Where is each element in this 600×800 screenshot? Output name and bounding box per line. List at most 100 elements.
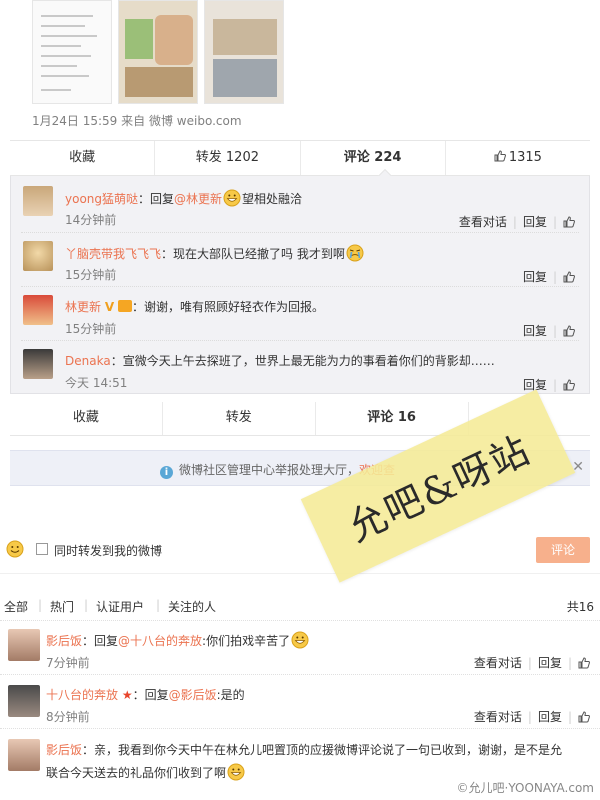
comment-username[interactable]: 十八台的奔放: [46, 688, 118, 702]
comments-panel: yoong猛萌哒：回复@林更新 望相处融洽 14分钟前 查看对话 | 回复 | 丫脑壳…: [10, 176, 590, 394]
grin-emoji-icon: [227, 763, 245, 781]
comment-item: 丫脑壳带我飞飞飞：现在大部队已经撤了吗 我才到啊 15分钟前 回复 |: [21, 232, 579, 284]
repost-button[interactable]: 转发: [163, 402, 316, 435]
reply-link[interactable]: 回复: [523, 322, 547, 339]
comment-time: 15分钟前: [65, 322, 117, 336]
filter-following[interactable]: 关注的人: [168, 598, 216, 615]
reply-link[interactable]: 回复: [538, 654, 562, 671]
like-icon[interactable]: [578, 710, 590, 723]
avatar[interactable]: [8, 629, 40, 661]
comment-compose: 同时转发到我的微博 评论: [0, 528, 600, 574]
favorite-button[interactable]: 收藏: [10, 402, 163, 435]
view-conversation-link[interactable]: 查看对话: [474, 708, 522, 725]
filter-hot[interactable]: 热门: [50, 598, 74, 615]
comment-button[interactable]: 评论 224: [301, 141, 446, 175]
like-icon[interactable]: [563, 215, 575, 228]
comment-time: 14分钟前: [65, 213, 117, 227]
weibo-screenshot: 1月24日 15:59 来自 微博 weibo.com 收藏 转发 1202 评…: [0, 0, 600, 800]
comment-username[interactable]: yoong猛萌哒: [65, 192, 138, 206]
comment-total: 共16: [566, 600, 594, 614]
comment-filters: 全部 | 热门 | 认证用户 | 关注的人 共16: [4, 598, 594, 615]
comment-body: ：谢谢，唯有照顾好轻衣作为回报。: [131, 300, 324, 314]
comment-body-end: :是的: [216, 688, 245, 702]
footer-watermark: ©允儿吧·YOONAYA.com: [456, 781, 594, 795]
view-conversation-link[interactable]: 查看对话: [459, 213, 507, 230]
comment-actions: 回复 |: [523, 376, 575, 393]
emoji-picker-icon[interactable]: [6, 540, 24, 558]
comment-username[interactable]: 影后饭: [46, 743, 82, 757]
post-image-2[interactable]: [118, 0, 198, 104]
star-badge-icon: ★: [121, 688, 133, 702]
like-button[interactable]: 1315: [446, 141, 590, 175]
post-card: 1月24日 15:59 来自 微博 weibo.com: [10, 0, 590, 140]
comment-text: 影后饭：回复@十八台的奔放:你们拍戏辛苦了: [46, 631, 310, 649]
post-image-3[interactable]: [204, 0, 284, 104]
avatar[interactable]: [23, 349, 53, 379]
comment-item: yoong猛萌哒：回复@林更新 望相处融洽 14分钟前 查看对话 | 回复 |: [21, 180, 579, 230]
comment-text: 影后饭：亲，我看到你今天中午在林允儿吧置顶的应援微博评论说了一句已收到，谢谢，是…: [46, 741, 596, 758]
comment-text: yoong猛萌哒：回复@林更新 望相处融洽: [65, 189, 302, 207]
like-icon[interactable]: [578, 656, 590, 669]
reply-link[interactable]: 回复: [538, 708, 562, 725]
comment-text: 丫脑壳带我飞飞飞：现在大部队已经撤了吗 我才到啊: [65, 244, 365, 262]
comment-body: ：宣微今天上午去探班了，世界上最无能为力的事看着你们的背影却……: [110, 354, 495, 368]
post-image-1[interactable]: [32, 0, 112, 104]
comment-body: ：亲，我看到你今天中午在林允儿吧置顶的应援微博评论说了一句已收到，谢谢，是不是允: [82, 743, 563, 757]
info-icon: i: [160, 466, 173, 479]
comment-body-end: :你们拍戏辛苦了: [202, 634, 291, 648]
comment-item: Denaka：宣微今天上午去探班了，世界上最无能为力的事看着你们的背影却…… 今…: [21, 340, 579, 392]
comment-body: ：回复: [138, 192, 175, 206]
comment-text: Denaka：宣微今天上午去探班了，世界上最无能为力的事看着你们的背影却……: [65, 352, 545, 369]
comment-button[interactable]: 评论 16: [316, 402, 469, 435]
comment-actions: 回复 |: [523, 322, 575, 339]
comment-mention[interactable]: @林更新: [174, 192, 222, 206]
comment-text: 林更新 V ：谢谢，唯有照顾好轻衣作为回报。: [65, 298, 324, 315]
filter-verified[interactable]: 认证用户: [96, 598, 144, 615]
post-meta: 1月24日 15:59 来自 微博 weibo.com: [32, 112, 242, 129]
post-action-bar: 收藏 转发 1202 评论 224 1315: [10, 140, 590, 176]
comment-item: 影后饭：回复@十八台的奔放:你们拍戏辛苦了 7分钟前 查看对话 | 回复 |: [0, 620, 600, 672]
like-icon[interactable]: [563, 378, 575, 391]
comment-username[interactable]: 影后饭: [46, 634, 82, 648]
comment-time: 7分钟前: [46, 656, 90, 670]
comment-username[interactable]: 丫脑壳带我飞飞飞: [65, 247, 161, 261]
post-date: 1月24日 15:59: [32, 114, 118, 128]
avatar[interactable]: [23, 186, 53, 216]
like-icon[interactable]: [563, 324, 575, 337]
post-source-link[interactable]: 微博 weibo.com: [149, 114, 242, 128]
comment-text: 十八台的奔放 ★：回复@影后饭:是的: [46, 686, 245, 703]
favorite-button[interactable]: 收藏: [10, 141, 156, 175]
comment-mention[interactable]: @十八台的奔放: [118, 634, 202, 648]
like-icon[interactable]: [563, 270, 575, 283]
like-count: 1315: [508, 150, 542, 165]
thumb-up-icon: [494, 150, 506, 162]
grin-emoji-icon: [291, 631, 309, 649]
comment-body: ：回复: [132, 688, 169, 702]
comment-mention[interactable]: @影后饭: [169, 688, 217, 702]
reply-link[interactable]: 回复: [523, 213, 547, 230]
avatar[interactable]: [8, 739, 40, 771]
grin-emoji-icon: [223, 189, 241, 207]
repost-checkbox[interactable]: [36, 543, 48, 555]
comment-time: 今天 14:51: [65, 376, 128, 390]
avatar[interactable]: [23, 295, 53, 325]
comment-actions: 查看对话 | 回复 |: [474, 654, 590, 671]
avatar[interactable]: [8, 685, 40, 717]
comment-text-line2: 联合今天送去的礼品你们收到了啊: [46, 763, 246, 781]
repost-button[interactable]: 转发 1202: [155, 141, 301, 175]
comment-body-end: 望相处融洽: [242, 192, 303, 206]
avatar[interactable]: [23, 241, 53, 271]
comment-time: 15分钟前: [65, 268, 117, 282]
crying-emoji-icon: [346, 244, 364, 262]
comment-actions: 回复 |: [523, 268, 575, 285]
filter-all[interactable]: 全部: [4, 598, 28, 615]
comment-body: ：现在大部队已经撤了吗 我才到啊: [161, 247, 345, 261]
comment-username[interactable]: Denaka: [65, 354, 111, 368]
comment-item: 林更新 V ：谢谢，唯有照顾好轻衣作为回报。 15分钟前 回复 |: [21, 286, 579, 338]
reply-link[interactable]: 回复: [523, 268, 547, 285]
view-conversation-link[interactable]: 查看对话: [474, 654, 522, 671]
verified-badge-icon: V: [104, 300, 115, 314]
comment-actions: 查看对话 | 回复 |: [459, 213, 575, 230]
submit-comment-button[interactable]: 评论: [536, 537, 590, 563]
comment-username[interactable]: 林更新: [65, 300, 101, 314]
